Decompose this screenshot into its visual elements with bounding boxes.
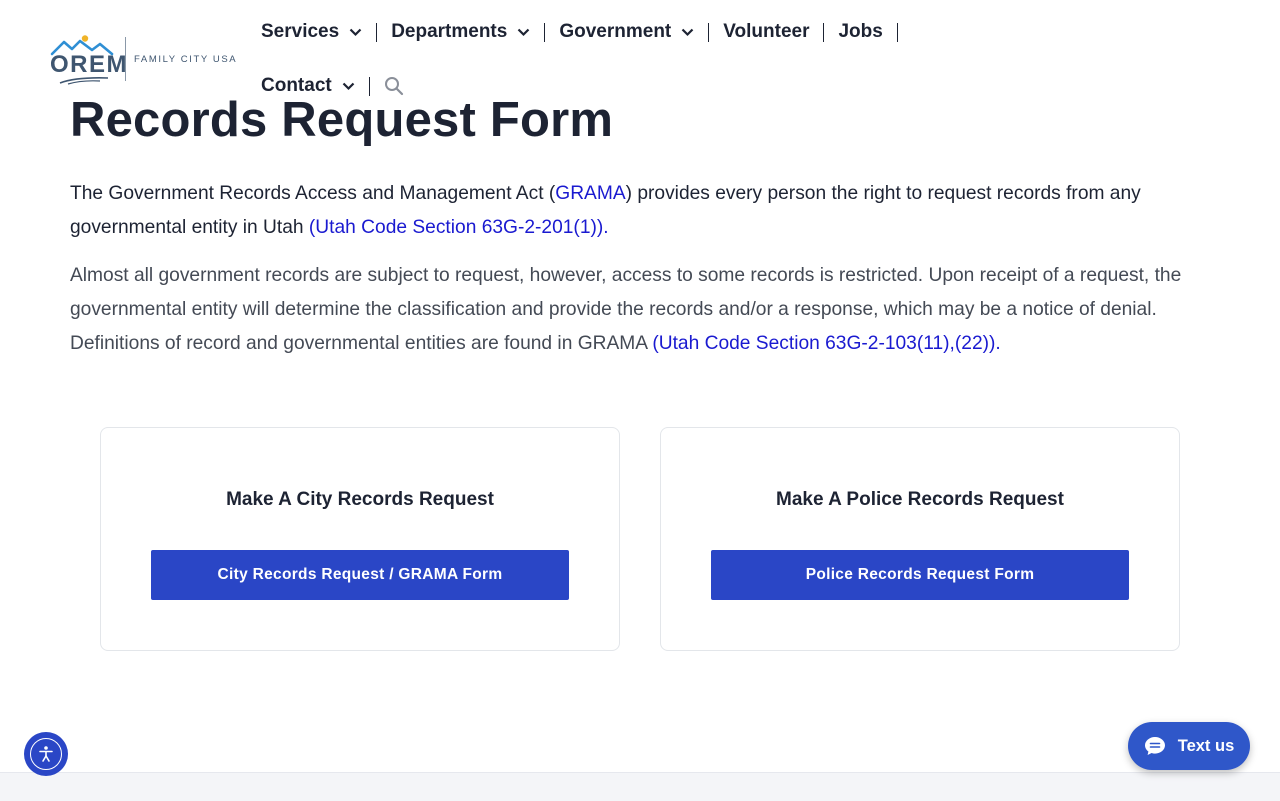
nav-volunteer-label: Volunteer: [723, 21, 810, 42]
chevron-down-icon: [517, 28, 530, 37]
footer-strip: [0, 772, 1280, 801]
utah-code-103-link[interactable]: (Utah Code Section 63G-2-103(11),(22)).: [652, 333, 1000, 354]
chat-icon: [1144, 737, 1165, 755]
logo-swoosh-icon: [59, 77, 109, 85]
site-logo[interactable]: OREM FAMILY CITY USA: [48, 33, 238, 85]
police-records-card: Make A Police Records Request Police Rec…: [660, 427, 1180, 651]
city-records-request-button[interactable]: City Records Request / GRAMA Form: [151, 550, 569, 600]
page-title: Records Request Form: [70, 93, 614, 147]
nav-government-label: Government: [559, 21, 672, 42]
nav-separator: [896, 22, 898, 42]
police-records-heading: Make A Police Records Request: [776, 489, 1064, 510]
intro-paragraph: The Government Records Access and Manage…: [70, 177, 1230, 245]
nav-departments-label: Departments: [391, 21, 508, 42]
nav-separator: [708, 22, 710, 42]
accessibility-icon: [30, 738, 62, 770]
city-records-heading: Make A City Records Request: [226, 489, 494, 510]
accessibility-button[interactable]: [24, 732, 68, 776]
chevron-down-icon: [681, 28, 694, 37]
nav-volunteer[interactable]: Volunteer: [723, 17, 809, 47]
nav-jobs[interactable]: Jobs: [838, 17, 882, 47]
nav-separator: [823, 22, 825, 42]
nav-departments[interactable]: Departments: [391, 17, 530, 47]
utah-code-201-link[interactable]: (Utah Code Section 63G-2-201(1)).: [309, 217, 609, 238]
nav-government[interactable]: Government: [559, 17, 694, 47]
chevron-down-icon: [342, 82, 355, 91]
logo-divider: [125, 37, 126, 81]
detail-paragraph: Almost all government records are subjec…: [70, 259, 1230, 361]
text-us-button[interactable]: Text us: [1128, 722, 1250, 770]
city-records-card: Make A City Records Request City Records…: [100, 427, 620, 651]
nav-separator: [544, 22, 546, 42]
chevron-down-icon: [349, 28, 362, 37]
logo-tagline: FAMILY CITY USA: [134, 54, 238, 65]
nav-services[interactable]: Services: [261, 17, 362, 47]
intro-text-1: The Government Records Access and Manage…: [70, 183, 556, 204]
detail-text-1: Almost all government records are subjec…: [70, 265, 1182, 354]
text-us-label: Text us: [1177, 736, 1235, 755]
nav-jobs-label: Jobs: [838, 21, 883, 42]
police-records-request-button[interactable]: Police Records Request Form: [711, 550, 1129, 600]
nav-separator: [376, 22, 378, 42]
main-nav: Services Departments Government Voluntee…: [261, 17, 912, 47]
grama-link[interactable]: GRAMA: [555, 183, 625, 204]
nav-services-label: Services: [261, 21, 340, 42]
